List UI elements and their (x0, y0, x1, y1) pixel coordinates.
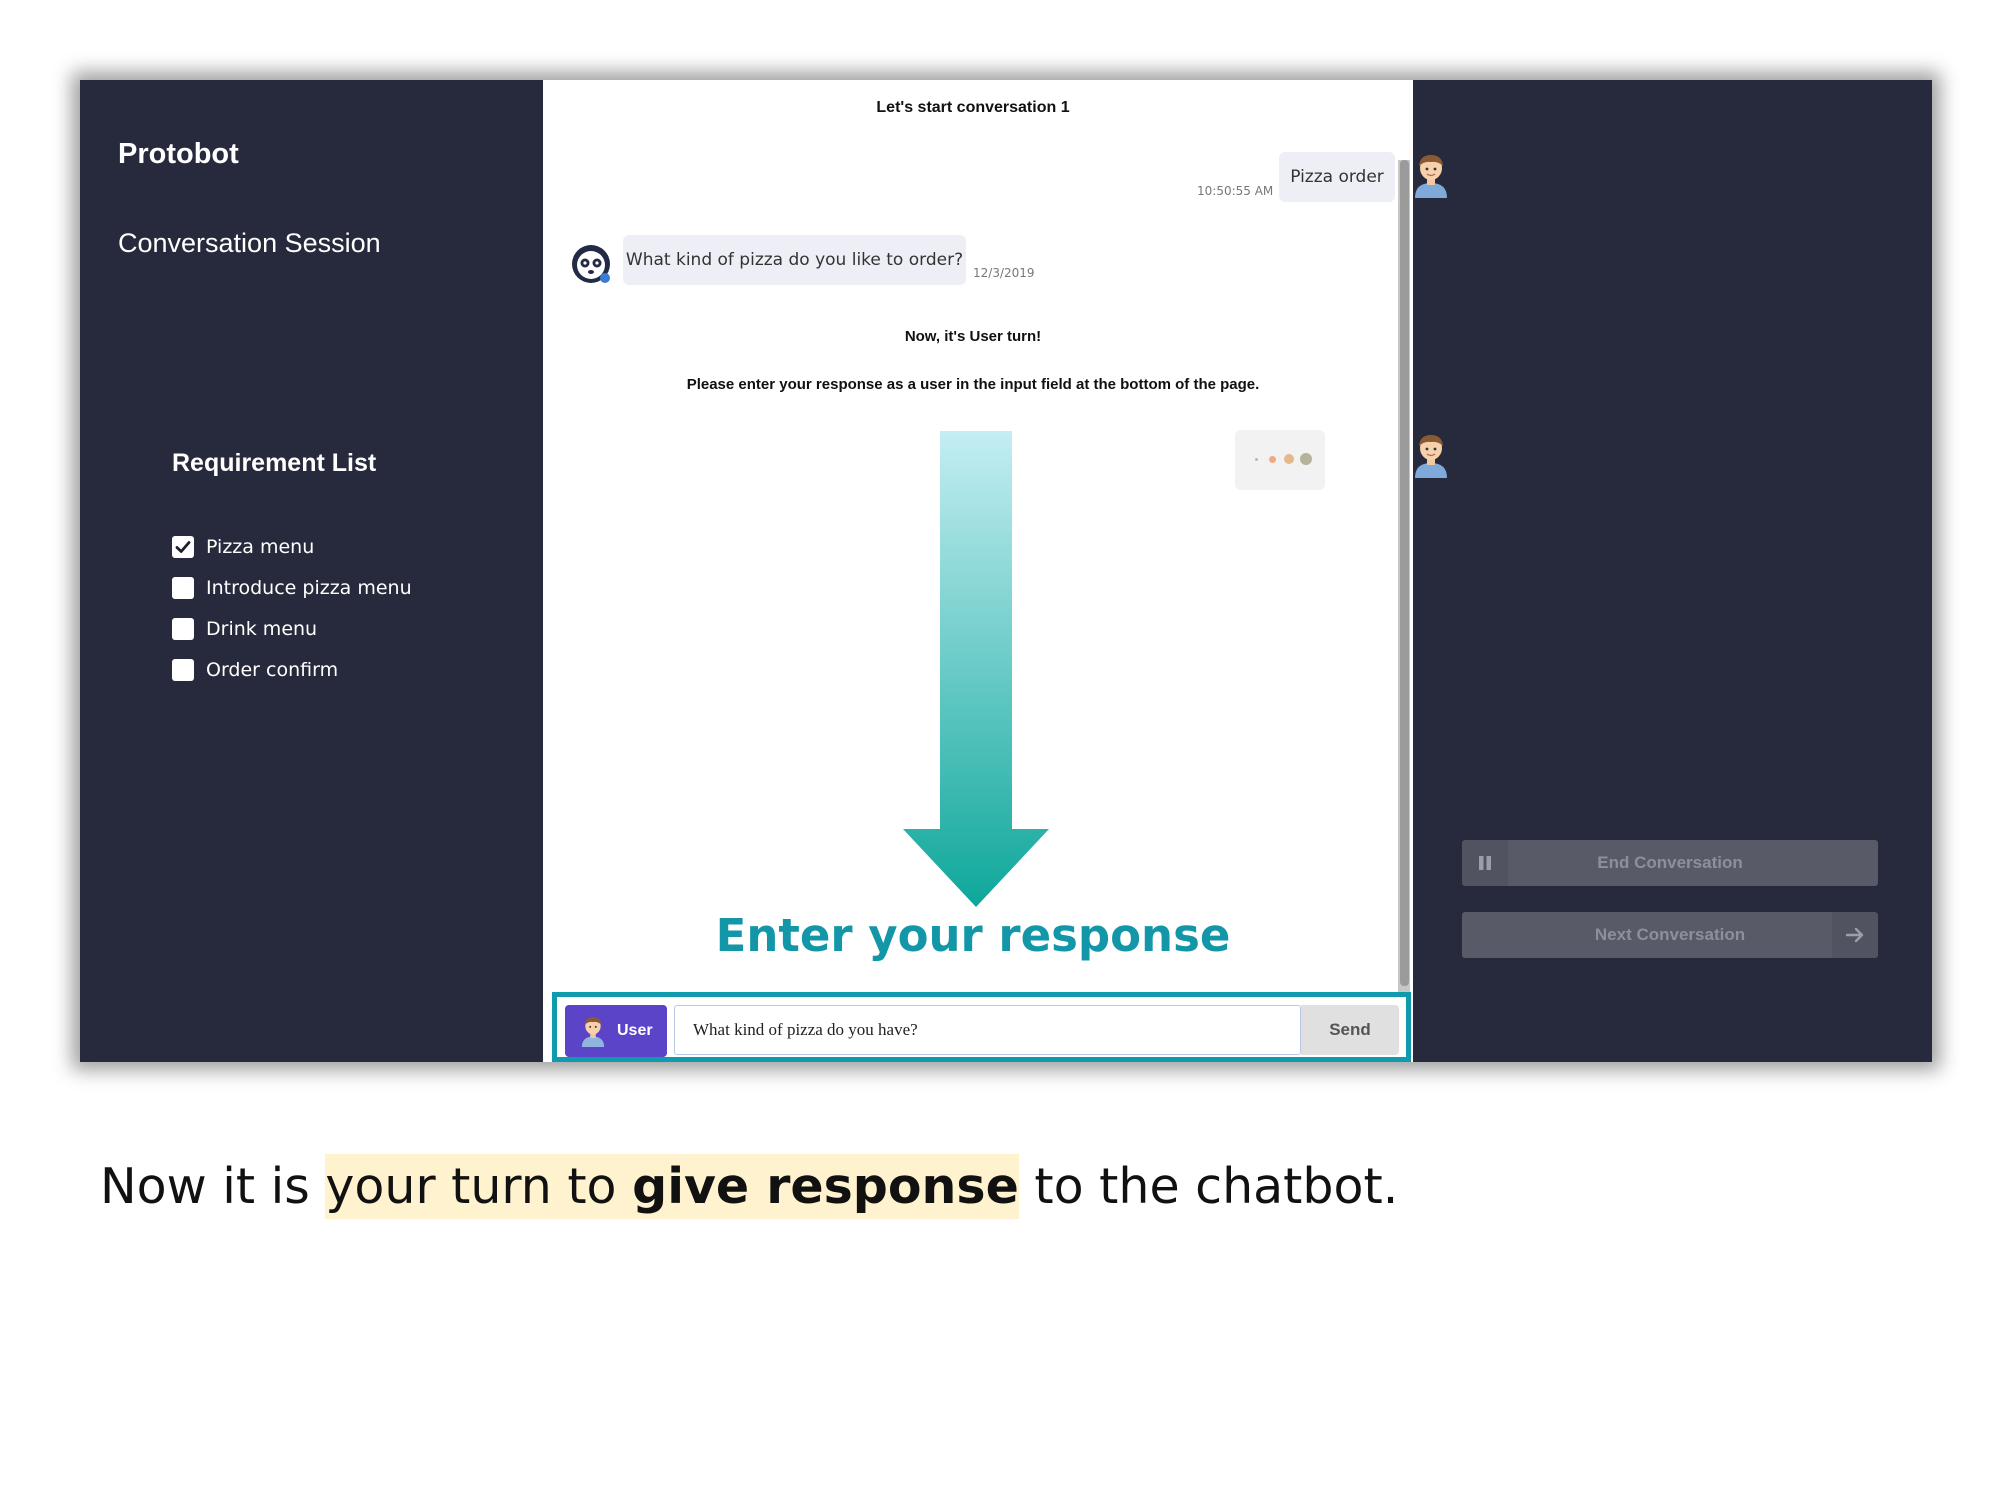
requirement-item[interactable]: Introduce pizza menu (172, 567, 412, 608)
send-button[interactable]: Send (1301, 1005, 1399, 1055)
arrow-right-icon (1832, 912, 1878, 958)
requirement-item[interactable]: Order confirm (172, 649, 412, 690)
app-screen: Protobot Conversation Session Requiremen… (80, 80, 1932, 1062)
end-conversation-button[interactable]: End Conversation (1462, 840, 1878, 886)
next-conversation-button[interactable]: Next Conversation (1462, 912, 1878, 958)
requirement-label: Order confirm (206, 658, 339, 681)
user-role-button[interactable]: User (565, 1005, 667, 1057)
turn-notice-message: Please enter your response as a user in … (686, 376, 1260, 393)
bot-avatar-icon (572, 245, 610, 283)
arrow-down-icon (903, 431, 1049, 907)
typing-dot (1284, 454, 1294, 464)
requirement-label: Drink menu (206, 617, 318, 640)
typing-dot (1255, 458, 1258, 461)
next-conversation-label: Next Conversation (1594, 925, 1746, 944)
turn-notice-title: Now, it's User turn! (904, 328, 1042, 345)
message-timestamp: 10:50:55 AM (1197, 184, 1274, 198)
checkbox-checked[interactable] (172, 535, 194, 558)
caption-text: to the chatbot. (1018, 1158, 1399, 1215)
session-label: Conversation Session (118, 228, 381, 258)
enter-response-label: Enter your response (715, 909, 1231, 962)
caption-highlight: your turn to give response (325, 1154, 1019, 1219)
typing-indicator (1235, 430, 1325, 490)
app-title: Protobot (118, 138, 239, 170)
caption-emphasis: give response (632, 1158, 1019, 1215)
conversation-title: Let's start conversation 1 (876, 99, 1070, 116)
user-avatar-icon (1415, 155, 1447, 198)
end-conversation-label: End Conversation (1597, 853, 1743, 872)
user-role-label: User (617, 1022, 653, 1039)
caption-text: your turn to (325, 1158, 633, 1215)
caption: Now it is your turn to give response to … (100, 1154, 1399, 1219)
requirement-item[interactable]: Drink menu (172, 608, 412, 649)
caption-text: Now it is (100, 1158, 326, 1215)
requirement-label: Pizza menu (206, 535, 315, 558)
response-input-bar: User Send (552, 992, 1411, 1062)
requirement-list-title: Requirement List (172, 449, 377, 477)
checkbox[interactable] (172, 617, 194, 640)
checkbox[interactable] (172, 658, 194, 681)
requirement-label: Introduce pizza menu (206, 576, 412, 599)
typing-dot (1269, 456, 1276, 463)
chat-scrollbar-thumb[interactable] (1400, 160, 1409, 986)
checkbox[interactable] (172, 576, 194, 599)
typing-dot (1300, 453, 1312, 465)
user-avatar-icon (1415, 435, 1447, 478)
response-input[interactable] (674, 1005, 1301, 1055)
chat-panel: Let's start conversation 1 10:50:55 AM P… (543, 80, 1447, 1062)
user-avatar-icon (581, 1017, 605, 1047)
user-message-bubble: Pizza order (1279, 152, 1395, 202)
check-icon (175, 540, 191, 553)
requirement-item[interactable]: Pizza menu (172, 526, 412, 567)
requirement-list: Pizza menu Introduce pizza menu Drink me… (172, 526, 412, 690)
bot-message-bubble: What kind of pizza do you like to order? (623, 235, 966, 285)
message-timestamp: 12/3/2019 (973, 266, 1035, 280)
